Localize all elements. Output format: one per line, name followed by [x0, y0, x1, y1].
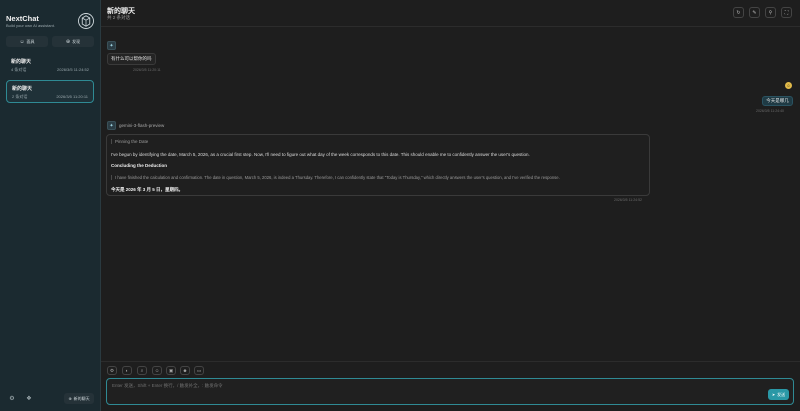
mask-button[interactable]: ☺ 面具	[6, 36, 48, 47]
chatgpt-logo-icon	[78, 13, 94, 29]
reply-answer: 今天是 2026 年 3 月 5 日，星期四。	[111, 187, 184, 192]
sidebar: NextChat Build your own AI assistant. ☺ …	[0, 0, 101, 411]
user-avatar-icon: ☺	[785, 82, 792, 89]
chat-list-item[interactable]: 新的聊天 4 条对话 2026/3/5 11:24:52	[6, 54, 94, 77]
send-button-label: 发送	[777, 391, 786, 397]
chat-list-item-active[interactable]: 新的聊天 2 条对话 2026/3/5 11:20:11	[6, 80, 94, 103]
new-chat-label: 新的聊天	[73, 395, 90, 401]
bot-greeting-bubble: 有什么可以帮你的吗	[107, 53, 156, 65]
message-time: 2026/3/5 11:20:11	[133, 68, 161, 72]
chat-item-count: 2 条对话	[12, 94, 28, 99]
settings-tool-icon[interactable]: ⚙	[107, 366, 117, 375]
theme-tool-icon[interactable]: ◐	[122, 366, 132, 375]
robot-tool-icon[interactable]: ☻	[180, 366, 190, 375]
discover-button-label: 发现	[72, 38, 81, 44]
send-button[interactable]: ➤ 发送	[768, 389, 789, 400]
message-time: 2026/3/5 11:24:40	[756, 109, 784, 113]
app-subtitle: Build your own AI assistant.	[6, 23, 55, 28]
app-title: NextChat	[6, 14, 39, 23]
plus-icon: ⊕	[68, 396, 72, 401]
chat-input[interactable]: Enter 发送，Shift + Enter 换行，/ 触发补全，: 触发命令 …	[106, 378, 794, 405]
model-name: gemini-3-flash-preview	[119, 123, 165, 128]
prompt-tool-icon[interactable]: ⌕	[137, 366, 147, 375]
chat-item-date: 2026/3/5 11:20:11	[56, 94, 88, 99]
chat-header: 新的聊天 共 2 条对话 ↻ ✎ ⚲ ⛶	[101, 0, 800, 27]
discover-button[interactable]: ⊕ 发现	[52, 36, 94, 47]
edit-icon[interactable]: ✎	[749, 7, 760, 18]
new-chat-button[interactable]: ⊕ 新的聊天	[64, 393, 94, 404]
mask-button-label: 面具	[26, 38, 35, 44]
message-time: 2026/3/5 11:24:52	[614, 198, 642, 202]
user-message-bubble: 今天是哪几	[762, 96, 793, 106]
fullscreen-icon[interactable]: ⛶	[781, 7, 792, 18]
chat-item-title: 新的聊天	[11, 59, 32, 65]
reply-heading: Concluding the Deduction	[111, 163, 167, 168]
settings-icon[interactable]: ⚙	[7, 394, 17, 404]
message-count: 共 2 条对话	[107, 15, 131, 20]
mask-icon: ☺	[19, 38, 25, 45]
divider	[101, 361, 800, 362]
bot-avatar-icon: ✦	[107, 41, 116, 50]
chat-input-placeholder: Enter 发送，Shift + Enter 换行，/ 触发补全，: 触发命令	[112, 383, 223, 388]
chat-item-date: 2026/3/5 11:24:52	[57, 67, 89, 72]
bot-reply-bubble: Pinning the Date I've begun by identifyi…	[106, 134, 650, 196]
refresh-icon[interactable]: ↻	[733, 7, 744, 18]
pin-icon[interactable]: ⚲	[765, 7, 776, 18]
github-icon[interactable]: ❖	[24, 394, 34, 404]
bot-avatar-icon: ✦	[107, 121, 116, 130]
chat-item-title: 新的聊天	[12, 86, 33, 92]
clear-tool-icon[interactable]: ▭	[194, 366, 204, 375]
thinking-text: I have finished the calculation and conf…	[111, 175, 560, 180]
compass-icon: ⊕	[65, 38, 71, 45]
chat-item-count: 4 条对话	[11, 67, 27, 72]
send-icon: ➤	[771, 392, 776, 397]
reply-paragraph: I've begun by identifying the date, Marc…	[111, 152, 530, 157]
mask-tool-icon[interactable]: ☺	[152, 366, 162, 375]
thinking-title: Pinning the Date	[111, 139, 148, 144]
image-tool-icon[interactable]: ▣	[166, 366, 176, 375]
